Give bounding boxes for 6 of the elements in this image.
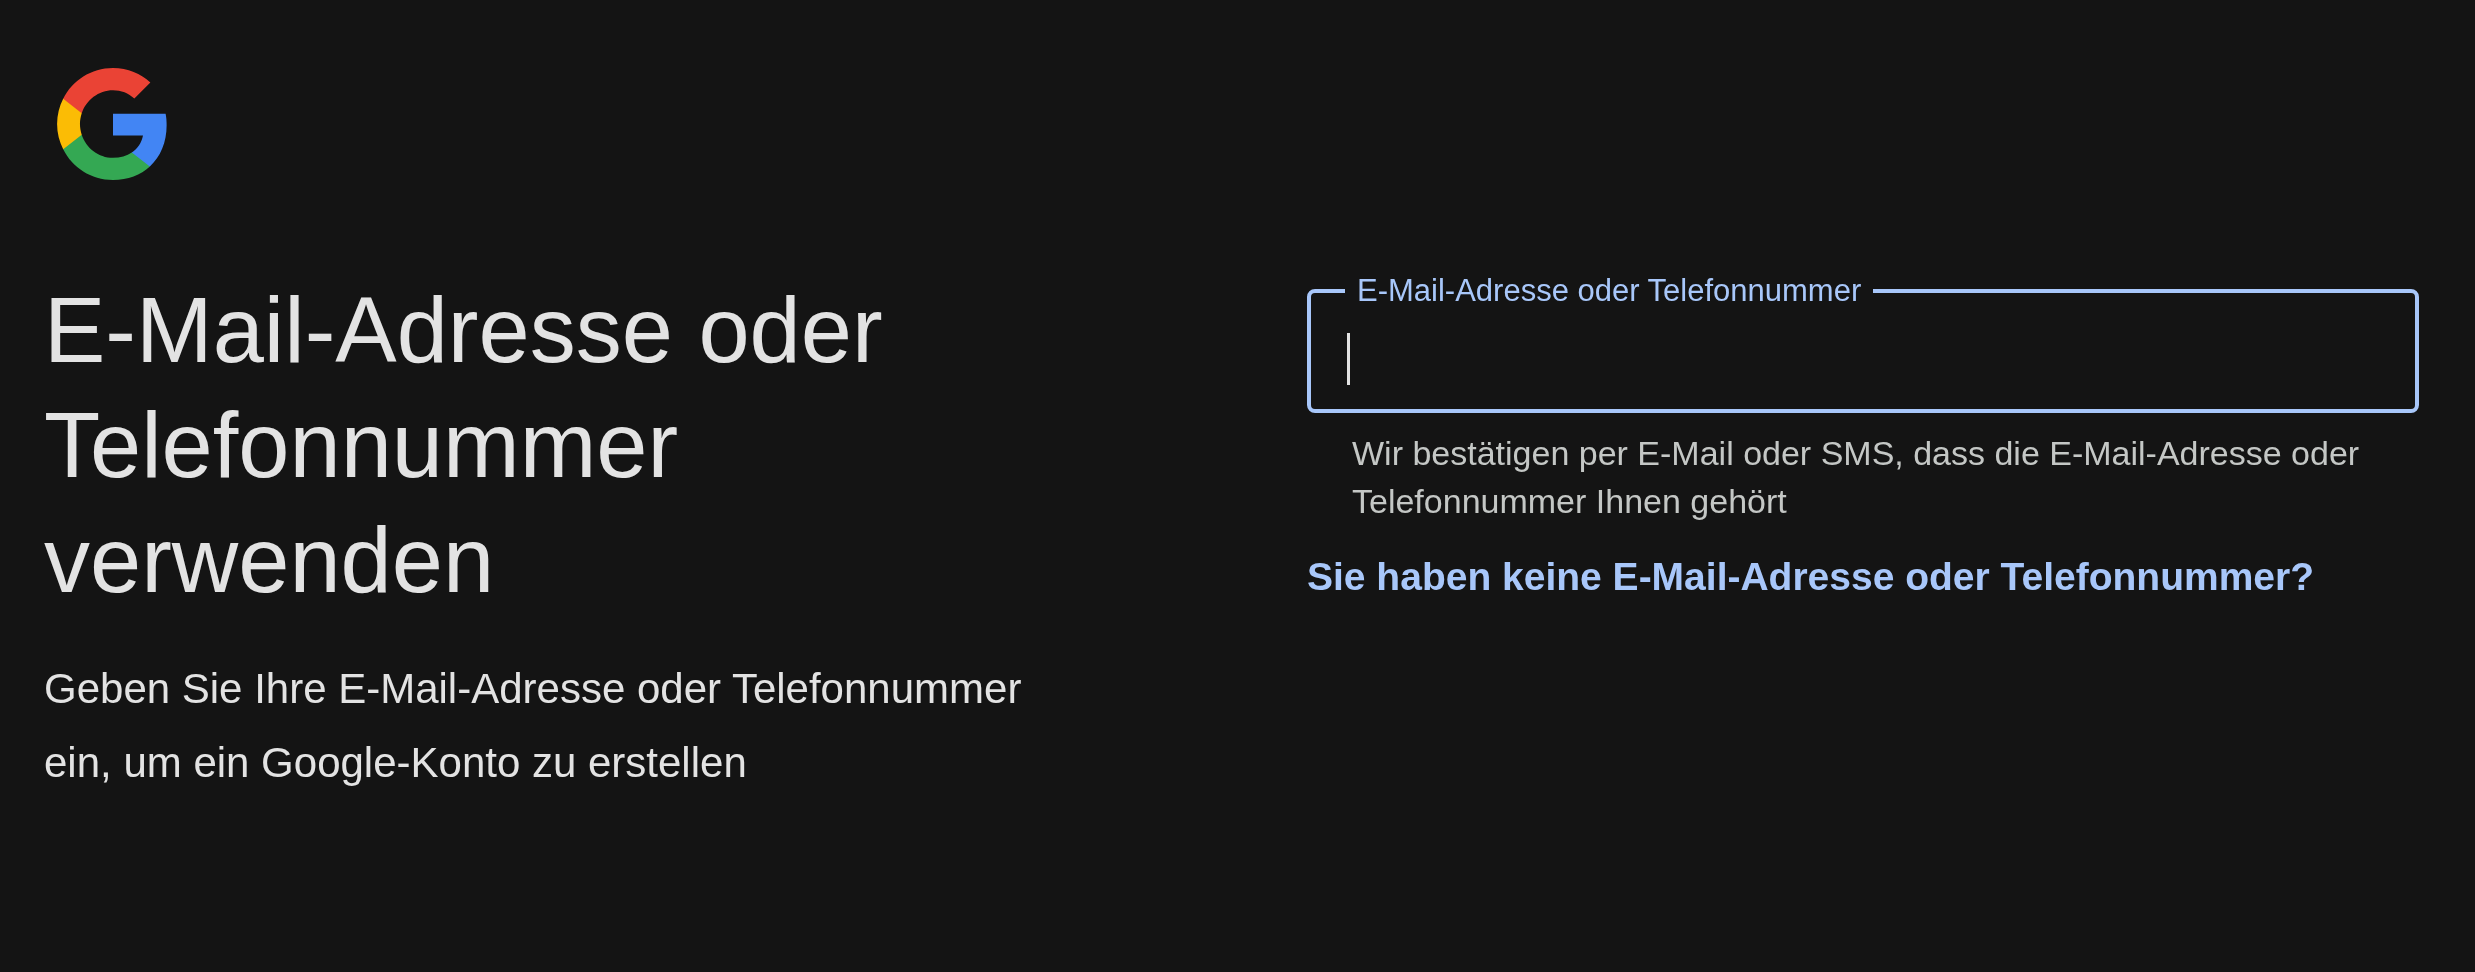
page-heading: E-Mail-Adresse oder Telefonnummer verwenden (44, 278, 884, 613)
no-email-link[interactable]: Sie haben keine E-Mail-Adresse oder Telefonnummer? (1307, 555, 2315, 599)
helper-text: Wir bestätigen per E-Mail oder SMS, dass die E-Mail-Adresse oder Telefonnummer Ihnen gehört (1352, 433, 2361, 522)
description-text: Geben Sie Ihre E-Mail-Adresse oder Telefonnummer ein, um ein Google-Konto zu erstellen (44, 664, 1023, 788)
text-cursor (1347, 333, 1350, 385)
field-label: E-Mail-Adresse oder Telefonnummer (1356, 273, 1863, 309)
